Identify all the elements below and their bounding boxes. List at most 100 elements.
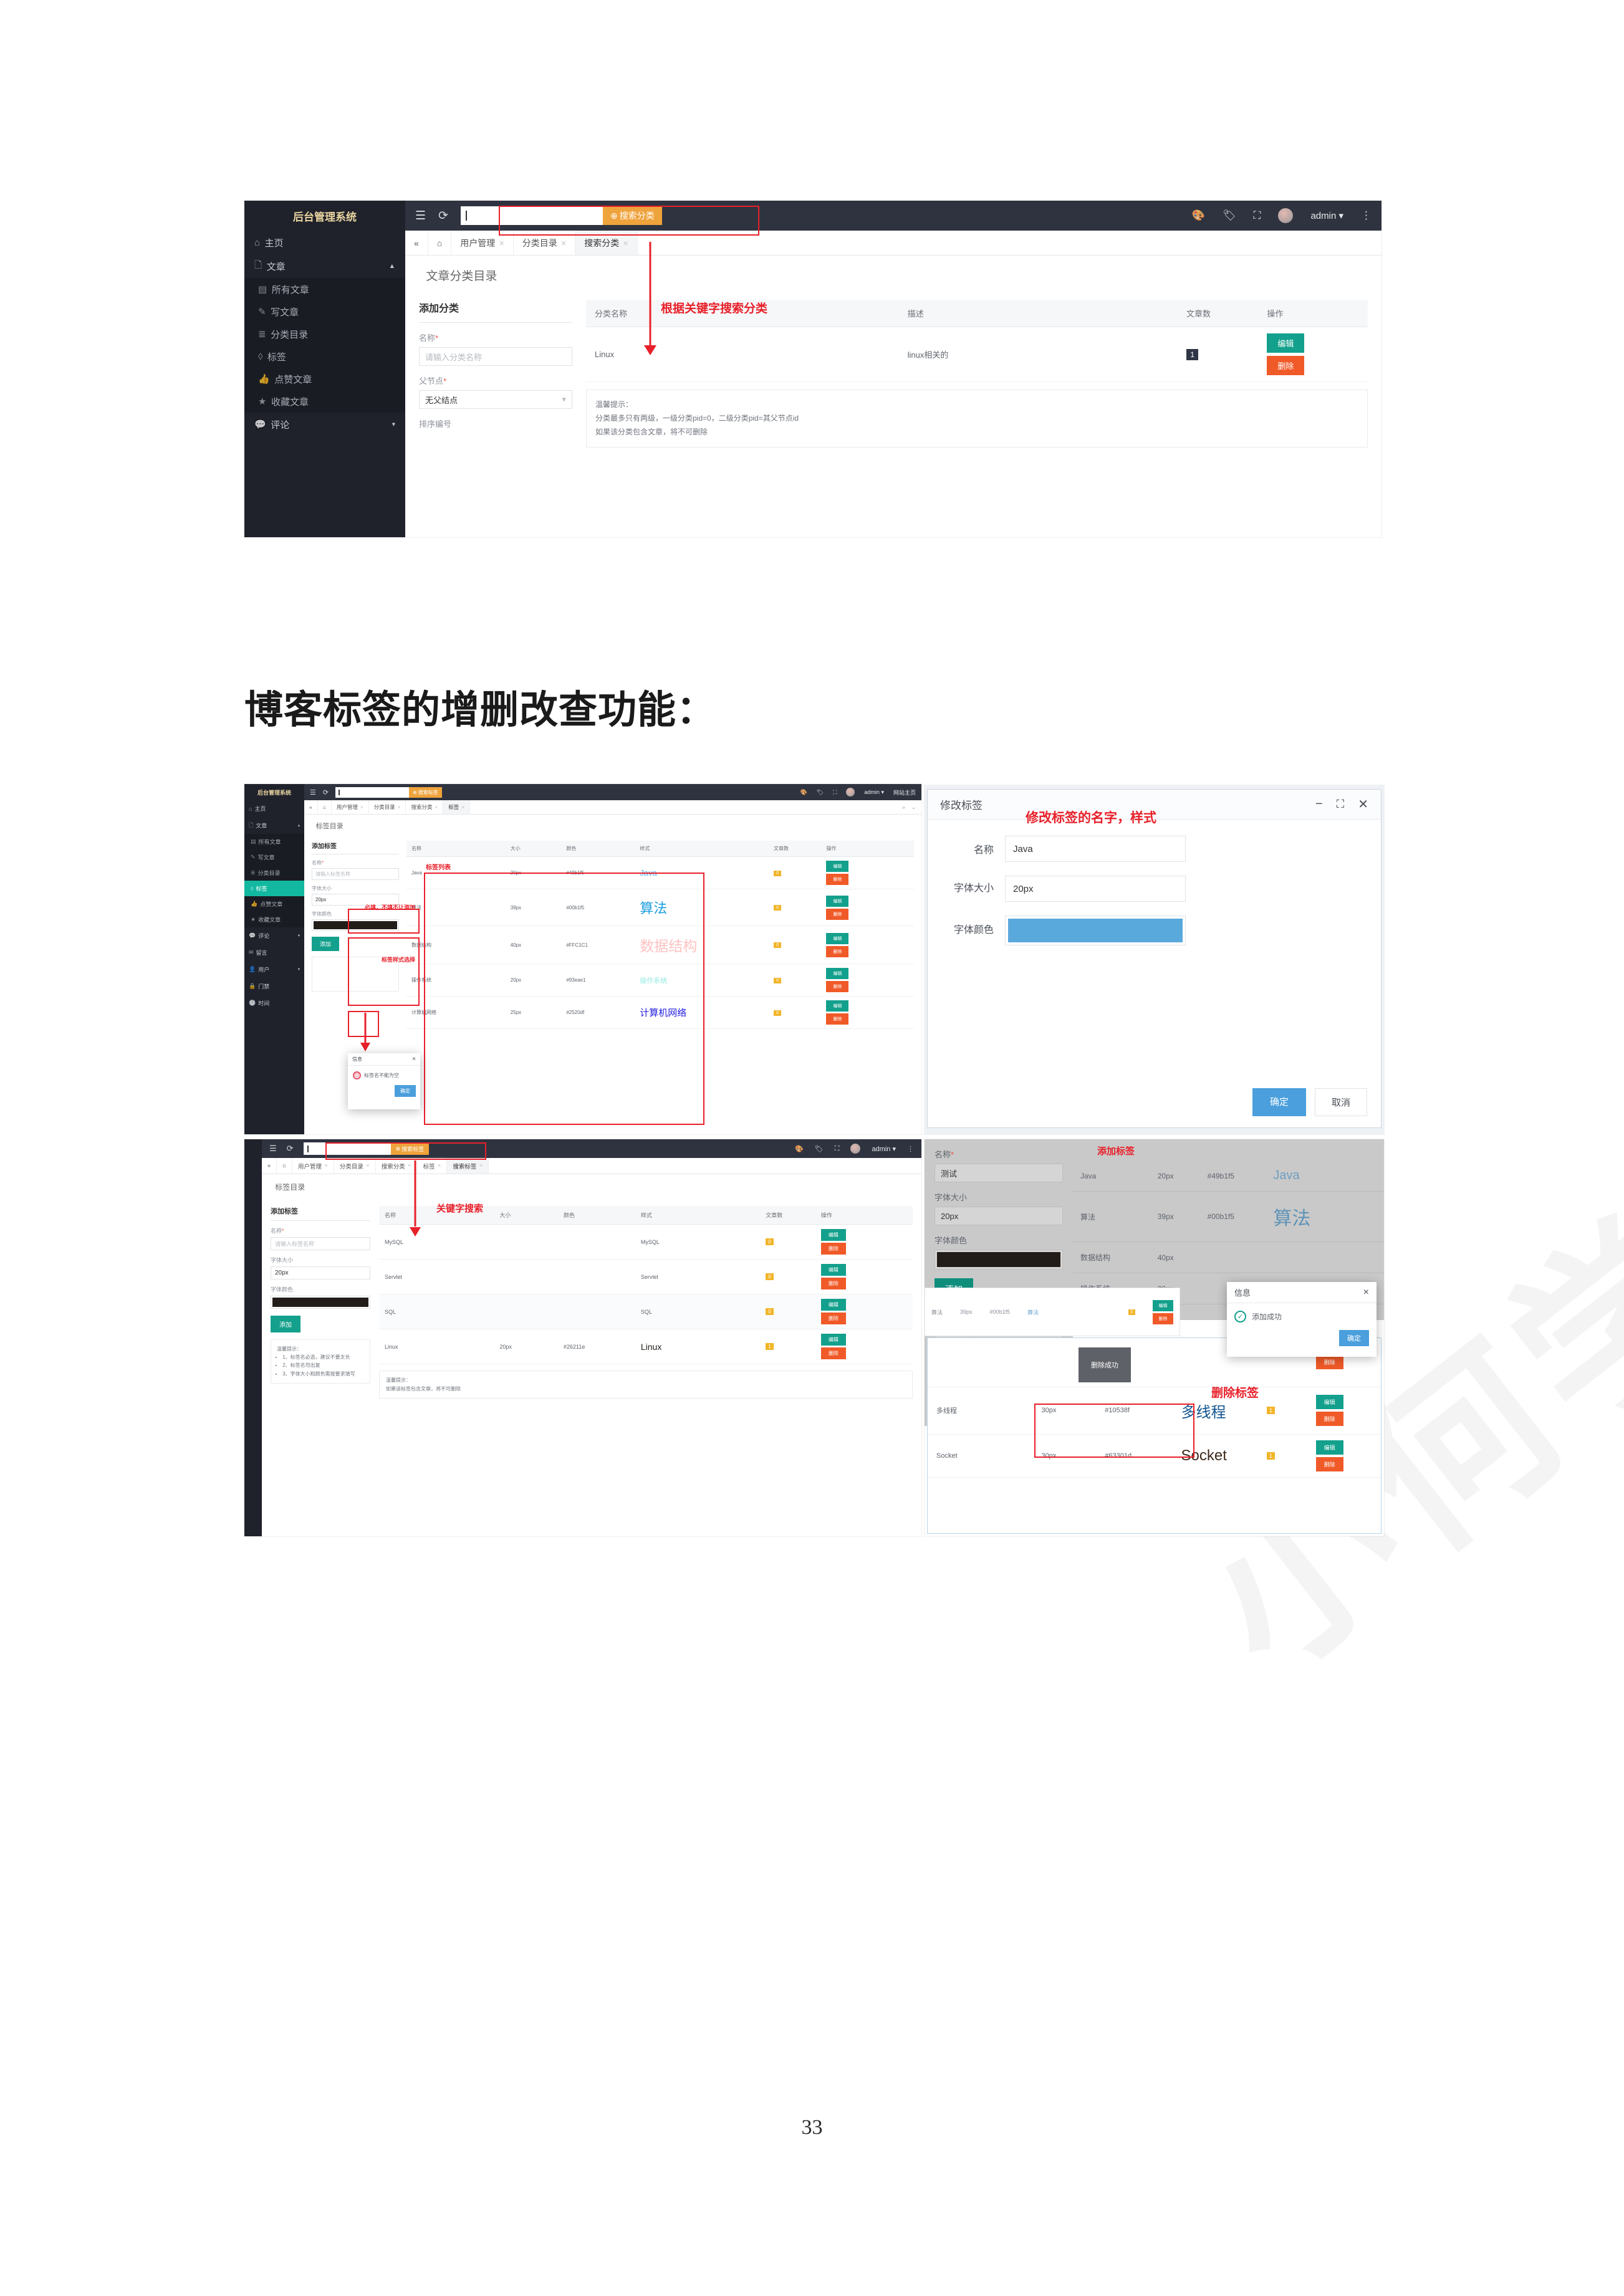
confirm-button[interactable]: 确定 [395,1085,416,1097]
chevron-down-icon[interactable]: ⌄ [911,804,916,811]
close-icon[interactable]: × [412,1056,416,1063]
tag-name-input[interactable]: 测试 [935,1164,1063,1182]
edit-button[interactable]: 编辑 [1267,333,1305,353]
tag-icon[interactable]: 🏷 [817,789,824,796]
sidebar-item-write-article[interactable]: ✎ 写文章 [244,300,405,323]
tab-category-directory[interactable]: 分类目录 × [334,1158,376,1174]
collapse-icon[interactable]: ☰ [415,209,426,223]
edit-button[interactable]: 编辑 [1315,1440,1343,1455]
minimize-icon[interactable]: − [1315,797,1323,811]
edit-button[interactable]: 编辑 [826,861,849,872]
font-size-input[interactable]: 20px [935,1207,1063,1225]
tab-user-management[interactable]: 用户管理 × [292,1158,334,1174]
sidebar-item-home[interactable]: ⌂ 主页 [244,231,405,254]
more-vertical-icon[interactable]: ⋮ [1361,209,1372,222]
tab-collapse-left[interactable]: « [405,231,428,255]
palette-icon[interactable]: 🎨 [1192,209,1205,222]
close-icon[interactable]: × [479,1162,483,1169]
dialog-cancel-button[interactable]: 取消 [1314,1088,1367,1116]
close-icon[interactable]: × [360,804,363,810]
edit-button[interactable]: 编辑 [826,1000,849,1012]
dialog-font-color-input[interactable] [1005,916,1186,945]
fullscreen-icon[interactable]: ⛶ [833,789,837,796]
delete-button[interactable]: 删除 [1315,1355,1343,1370]
delete-button[interactable]: 删除 [1315,1412,1343,1426]
close-icon[interactable]: × [324,1162,328,1169]
tab-search-category[interactable]: 搜索分类 × [575,231,638,255]
delete-button[interactable]: 删除 [826,908,849,920]
maximize-icon[interactable]: ⛶ [1337,798,1345,811]
delete-button[interactable]: 删除 [820,1347,846,1359]
search-input[interactable] [460,206,603,225]
refresh-icon[interactable]: ⟳ [287,1144,294,1154]
sidebar-item-access[interactable]: 🔒 门禁 [244,978,304,995]
color-swatch[interactable] [937,1252,1060,1267]
user-menu[interactable]: admin ▾ [1310,210,1343,221]
palette-icon[interactable]: 🎨 [800,789,807,796]
search-button[interactable]: ⊕ 搜索分类 [602,206,662,225]
tab-user-management[interactable]: 用户管理 × [451,231,514,255]
tab-home[interactable]: ⌂ [428,231,452,255]
home-link[interactable]: 网站主页 [893,788,916,796]
parent-node-select[interactable]: 无父结点 ▾ [419,390,572,409]
search-input[interactable] [303,1142,391,1155]
color-swatch[interactable] [1008,919,1183,942]
tag-icon[interactable]: 🏷 [815,1145,824,1153]
refresh-icon[interactable]: ⟳ [323,788,329,796]
sidebar-item-messages[interactable]: ✉ 留言 [244,944,304,961]
tab-category-directory[interactable]: 分类目录 × [514,231,576,255]
sidebar-item-articles[interactable]: 🗋 文章 ▴ [244,817,304,834]
sidebar-item-users[interactable]: 👤 用户 ▾ [244,961,304,978]
color-swatch[interactable] [314,921,397,929]
font-color-input[interactable] [312,919,399,931]
close-icon[interactable]: × [499,238,504,248]
sidebar-item-comments[interactable]: 💬 评论 ▾ [244,927,304,944]
font-color-input[interactable] [271,1296,370,1309]
avatar[interactable] [846,788,855,796]
tab-search-category[interactable]: 搜索分类 × [406,800,444,814]
more-vertical-icon[interactable]: ⋮ [907,1145,914,1153]
delete-button[interactable]: 删除 [1315,1457,1343,1471]
close-icon[interactable]: × [398,804,401,810]
edit-button[interactable]: 编辑 [820,1229,846,1241]
add-tag-button[interactable]: 添加 [312,937,339,951]
close-icon[interactable]: × [461,804,464,810]
tab-tags[interactable]: 标签 × [443,800,471,814]
tab-tags[interactable]: 标签 × [418,1158,448,1174]
delete-button[interactable]: 删除 [826,981,849,992]
tab-home[interactable]: ⌂ [277,1158,293,1174]
font-size-input[interactable]: 20px [271,1266,370,1280]
avatar[interactable] [850,1144,861,1154]
add-tag-button[interactable]: 添加 [271,1316,300,1332]
sidebar-item-liked-articles[interactable]: 👍 点赞文章 [244,368,405,390]
delete-button[interactable]: 删除 [820,1278,846,1289]
sidebar-item-liked-articles[interactable]: 👍 点赞文章 [244,896,304,912]
tab-collapse-left[interactable]: « [304,800,318,814]
refresh-icon[interactable]: ⟳ [438,209,448,223]
delete-button[interactable]: 删除 [820,1243,846,1255]
fullscreen-icon[interactable]: ⛶ [835,1145,840,1153]
edit-button[interactable]: 编辑 [820,1334,846,1346]
edit-button[interactable]: 编辑 [820,1299,846,1311]
sidebar-item-tags[interactable]: ◊ 标签 [244,881,304,896]
color-swatch[interactable] [272,1298,368,1307]
sidebar-item-comments[interactable]: 💬 评论 ▾ [244,413,405,436]
tag-name-input[interactable]: 请输入标签名称 [271,1237,370,1250]
sidebar-item-tags[interactable]: ◊ 标签 [244,345,405,368]
tab-user-management[interactable]: 用户管理 × [332,800,369,814]
edit-button[interactable]: 编辑 [826,895,849,907]
tab-collapse-left[interactable]: « [262,1158,277,1174]
close-icon[interactable]: × [366,1162,370,1169]
tab-home[interactable]: ⌂ [318,800,332,814]
category-name-input[interactable]: 请输入分类名称 [419,347,572,366]
tab-category-directory[interactable]: 分类目录 × [369,800,406,814]
sidebar-item-write-article[interactable]: ✎ 写文章 [244,849,304,865]
close-icon[interactable]: × [1363,1287,1369,1298]
fullscreen-icon[interactable]: ⛶ [1254,209,1261,222]
palette-icon[interactable]: 🎨 [795,1145,804,1153]
sidebar-item-favorite-articles[interactable]: ★ 收藏文章 [244,912,304,927]
close-icon[interactable]: × [438,1162,441,1169]
delete-button[interactable]: 删除 [826,1013,849,1025]
search-input[interactable] [335,787,410,798]
edit-button[interactable]: 编辑 [1315,1395,1343,1409]
